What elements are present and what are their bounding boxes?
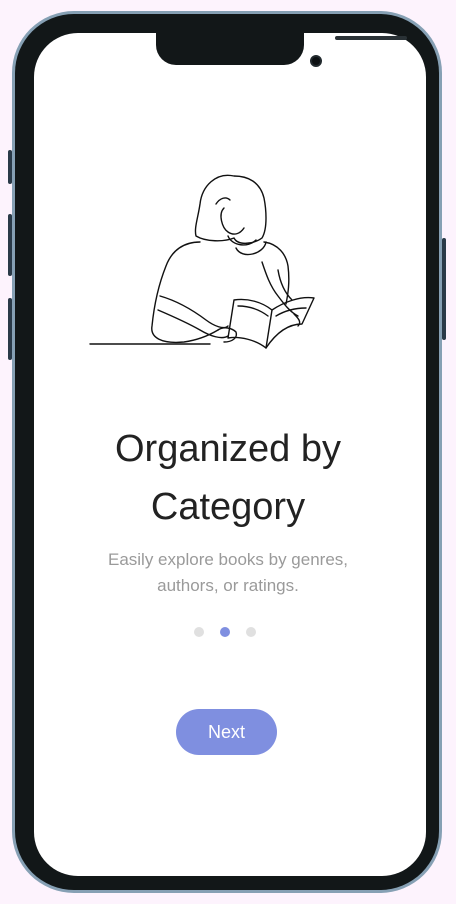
volume-up-button: [8, 214, 12, 276]
silent-switch: [8, 150, 12, 184]
pagination-dot-2-active[interactable]: [220, 627, 230, 637]
power-button: [442, 238, 446, 340]
volume-down-button: [8, 298, 12, 360]
notch: [156, 33, 407, 67]
woman-reading-book-icon: [89, 174, 315, 349]
camera-icon: [310, 55, 322, 67]
pagination-dots: [194, 627, 256, 637]
page-subtitle: Easily explore books by genres, authors,…: [107, 550, 349, 595]
pagination-dot-1[interactable]: [194, 627, 204, 637]
pagination-dot-3[interactable]: [246, 627, 256, 637]
page-title: Organized by Category: [114, 428, 341, 528]
speaker: [335, 36, 407, 40]
next-button[interactable]: Next: [176, 709, 277, 755]
